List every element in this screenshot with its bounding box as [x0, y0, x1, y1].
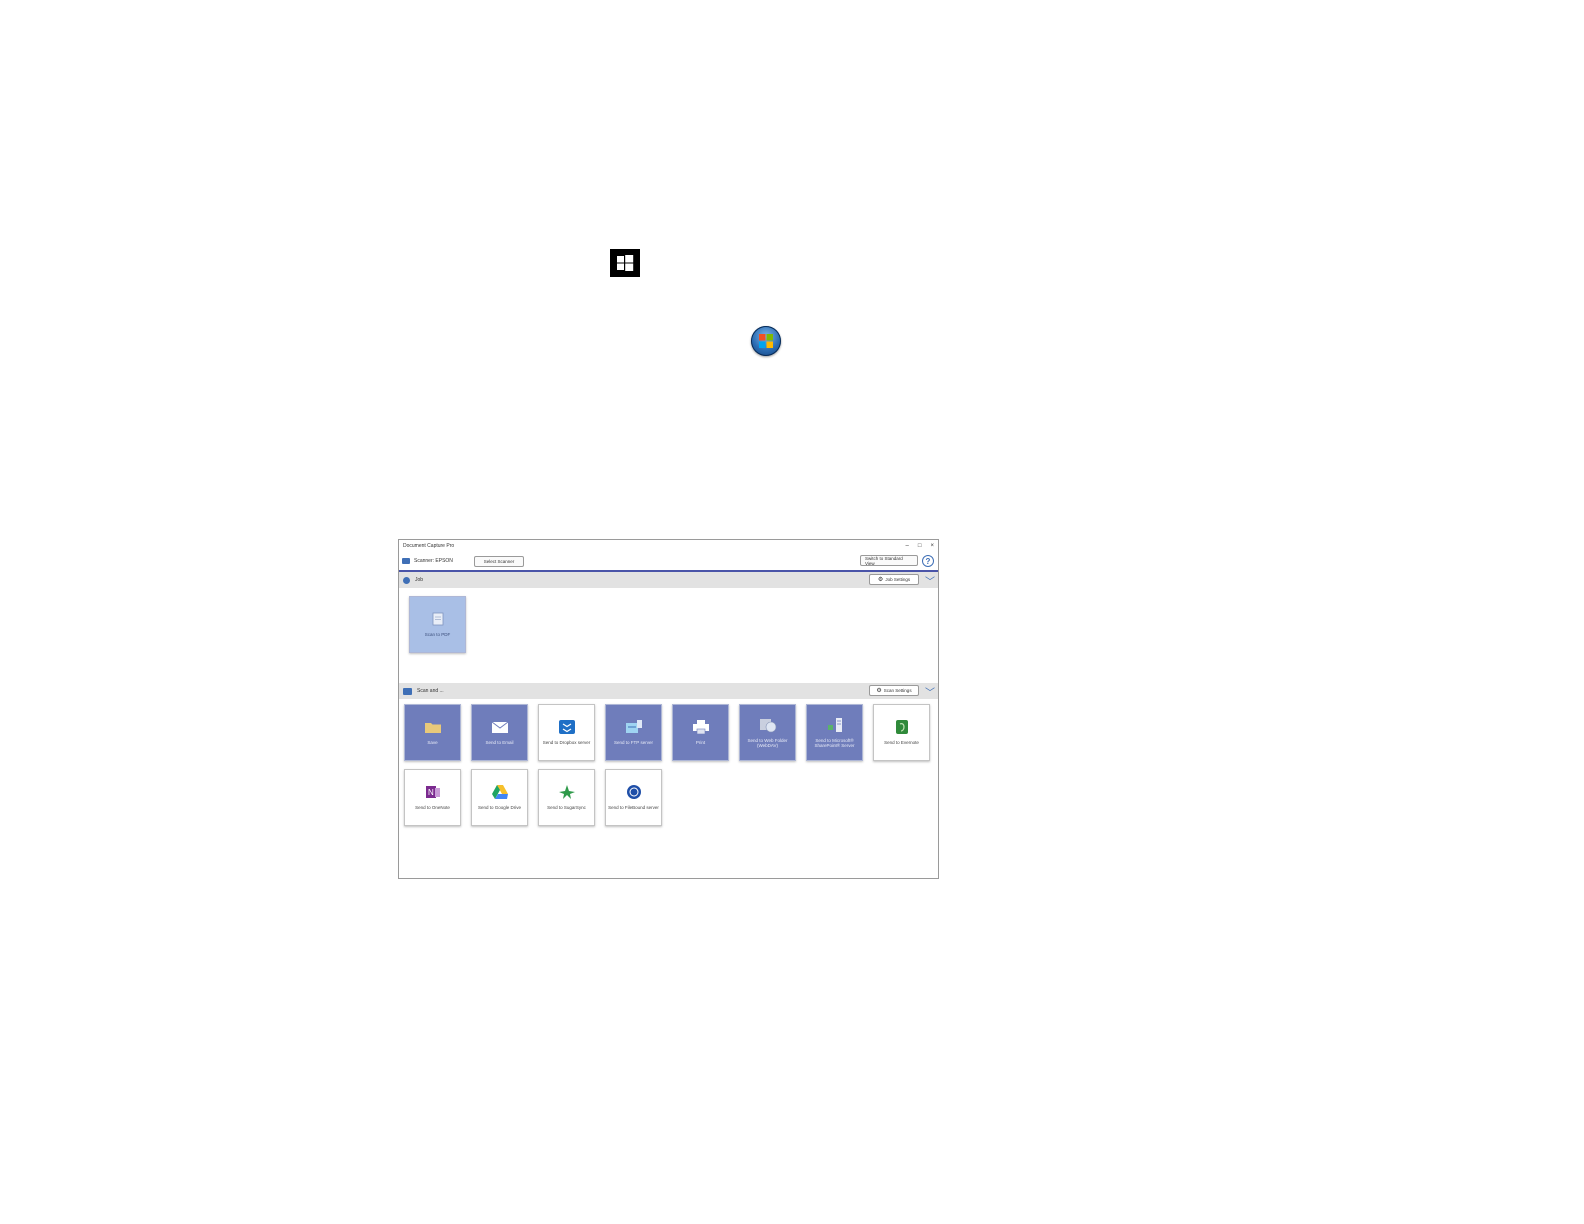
tile-send-to-email[interactable]: Send to Email [471, 704, 528, 761]
help-icon[interactable]: ? [922, 555, 934, 567]
job-settings-button[interactable]: ⚙ Job Settings [869, 574, 919, 585]
tile-label: Send to FileBound server [608, 805, 659, 811]
tile-send-to-evernote[interactable]: Send to Evernote [873, 704, 930, 761]
gear-icon: ⚙ [876, 688, 882, 694]
tile-label: Send to Microsoft® SharePoint® Server [814, 737, 855, 749]
sugarsync-icon [558, 784, 576, 800]
job-tile-scan-to-pdf[interactable]: Scan to PDF [409, 596, 466, 653]
folder-icon [424, 719, 442, 735]
web-folder-icon [759, 717, 777, 733]
tile-label: Send to Dropbox server [542, 740, 591, 746]
onenote-icon: N [424, 784, 442, 800]
windows-logo-icon [617, 255, 634, 271]
google-drive-icon [491, 784, 509, 800]
tile-label: Send to Email [485, 740, 514, 746]
close-button[interactable]: × [930, 543, 934, 549]
evernote-icon [893, 719, 911, 735]
minimize-button[interactable]: – [906, 543, 909, 549]
tile-label: Send to OneNote [415, 805, 450, 811]
gear-icon: ⚙ [877, 577, 884, 583]
scan-header-label: Scan and ... [417, 688, 444, 694]
sharepoint-server-icon [826, 717, 844, 733]
windows-7-start-orb-icon [751, 326, 781, 356]
select-scanner-button[interactable]: Select Scanner [474, 555, 524, 567]
printer-icon [692, 719, 710, 735]
tile-send-to-sugarsync[interactable]: Send to SugarSync [538, 769, 595, 826]
toolbar: Scanner: EPSON Select Scanner Switch to … [399, 552, 938, 572]
job-section-header: Job ⚙ Job Settings ﹀ [399, 572, 938, 588]
window-controls: – □ × [906, 543, 934, 549]
scanner-icon [402, 558, 410, 564]
windows-flag-icon [759, 334, 773, 348]
scan-section-header: Scan and ... ⚙ Scan Settings ﹀ [399, 683, 938, 699]
job-area: Scan to PDF [399, 588, 938, 683]
tile-label: Save [427, 740, 438, 746]
envelope-icon [491, 719, 509, 735]
tile-send-to-filebound[interactable]: Send to FileBound server [605, 769, 662, 826]
pdf-document-icon [429, 611, 447, 627]
tile-label: Print [695, 740, 706, 746]
tile-send-to-dropbox[interactable]: Send to Dropbox server [538, 704, 595, 761]
svg-text:N: N [428, 788, 434, 797]
scan-and-icon [403, 687, 412, 695]
scan-settings-label: Scan Settings [883, 688, 912, 693]
window-title: Document Capture Pro [403, 543, 455, 549]
scan-settings-button[interactable]: ⚙ Scan Settings [869, 685, 919, 696]
tile-label: Send to Evernote [884, 740, 919, 746]
tile-label: Send to Google Drive [477, 805, 522, 811]
dropbox-icon [558, 719, 576, 735]
job-header-label: Job [415, 577, 424, 583]
tile-print[interactable]: Print [672, 704, 729, 761]
tile-send-to-webdav[interactable]: Send to Web Folder (WebDAV) [739, 704, 796, 761]
switch-to-standard-view-button[interactable]: Switch to Standard View [860, 555, 918, 566]
tile-label: Send to SugarSync [547, 805, 586, 811]
chevron-down-icon[interactable]: ﹀ [925, 684, 935, 699]
title-bar: Document Capture Pro – □ × [399, 540, 938, 552]
chevron-down-icon[interactable]: ﹀ [925, 573, 935, 588]
filebound-icon [625, 784, 643, 800]
tile-send-to-onenote[interactable]: N Send to OneNote [404, 769, 461, 826]
tile-send-to-ftp[interactable]: Send to FTP server [605, 704, 662, 761]
windows-10-start-icon [610, 249, 640, 277]
tile-label: Scan to PDF [424, 632, 451, 638]
ftp-server-icon [625, 719, 643, 735]
tile-save[interactable]: Save [404, 704, 461, 761]
document-capture-pro-window: Document Capture Pro – □ × Scanner: EPSO… [398, 539, 939, 879]
tile-send-to-sharepoint[interactable]: Send to Microsoft® SharePoint® Server [806, 704, 863, 761]
tile-label: Send to Web Folder (WebDAV) [747, 737, 788, 749]
tile-label: Send to FTP server [614, 740, 653, 746]
maximize-button[interactable]: □ [918, 543, 922, 549]
tile-send-to-google-drive[interactable]: Send to Google Drive [471, 769, 528, 826]
job-settings-label: Job Settings [885, 577, 911, 582]
destination-area: Save Send to Email Send to Dropbox serve… [399, 699, 938, 869]
job-icon [403, 576, 410, 584]
scanner-label: Scanner: EPSON [414, 558, 453, 564]
